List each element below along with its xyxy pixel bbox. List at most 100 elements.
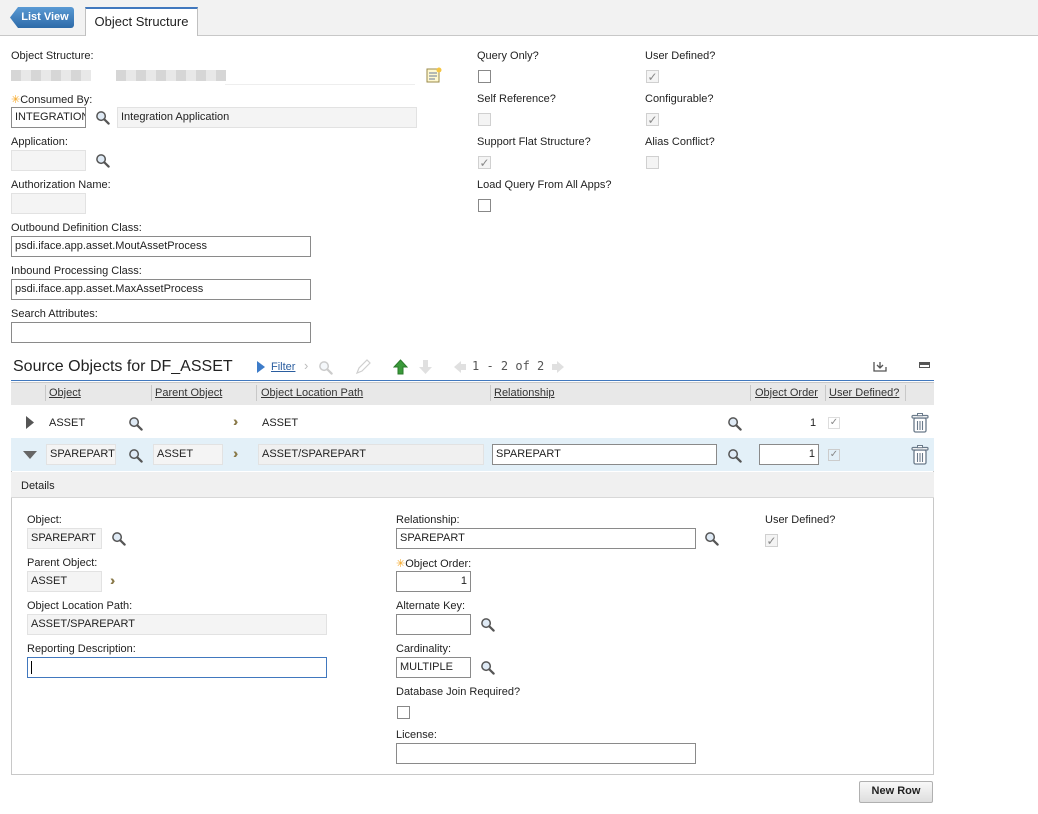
consumed-by-search-icon[interactable] [95,110,110,125]
row-object-search-icon[interactable] [128,448,143,463]
object-structure-label: Object Structure: [11,50,94,62]
row-object-input: SPAREPART [46,444,116,465]
application-input[interactable] [11,150,86,171]
row-location-path-input: ASSET/SPAREPART [258,444,484,465]
row-object: ASSET [49,417,86,429]
details-title: Details [21,480,55,492]
user-defined-label: User Defined? [645,50,716,62]
load-query-label: Load Query From All Apps? [477,179,612,191]
row-relationship-search-icon[interactable] [727,448,742,463]
tab-object-structure[interactable]: Object Structure [85,7,198,36]
table-search-icon [318,360,333,375]
detail-relationship-label: Relationship: [396,514,460,526]
consumed-by-description: Integration Application [117,107,417,128]
column-header-user-defined[interactable]: User Defined? [829,387,899,399]
detail-user-defined-checkbox: ✓ [765,534,778,548]
collapse-row-icon[interactable] [23,450,37,460]
application-search-icon[interactable] [95,153,110,168]
authorization-name-label: Authorization Name: [11,179,111,191]
column-separator [825,385,826,401]
move-up-icon[interactable] [393,359,408,375]
collapse-table-icon[interactable] [919,362,930,368]
load-query-checkbox[interactable] [478,199,491,212]
detail-parent-go-to-icon[interactable]: ›› [110,572,117,588]
row-object-search-icon[interactable] [128,416,143,431]
configurable-checkbox: ✓ [646,113,659,127]
expand-row-icon[interactable] [25,416,35,429]
outbound-class-label: Outbound Definition Class: [11,222,142,234]
required-icon: ✳ [11,94,21,106]
detail-relationship-search-icon[interactable] [704,531,719,546]
consumed-by-input[interactable]: INTEGRATION [11,107,86,128]
row-object-order-input[interactable]: 1 [759,444,819,465]
user-defined-checkbox: ✓ [646,70,659,84]
row-object-order: 1 [810,417,817,429]
detail-order-input[interactable]: 1 [396,571,471,592]
filter-link[interactable]: Filter [271,361,295,373]
detail-cardinality-search-icon[interactable] [480,660,495,675]
parent-object-go-to-icon[interactable]: ›› [233,413,240,429]
detail-object-label: Object: [27,514,62,526]
list-view-button[interactable]: List View [10,7,74,28]
detail-reporting-input[interactable] [27,657,327,678]
column-header-parent-object[interactable]: Parent Object [155,387,222,399]
new-row-button[interactable]: New Row [859,781,933,803]
detail-path-label: Object Location Path: [27,600,133,612]
detail-parent-label: Parent Object: [27,557,98,569]
detail-order-label: ✳Object Order: [396,558,472,570]
table-title-underline [11,380,934,381]
delete-row-icon[interactable] [911,413,929,433]
detail-relationship-input[interactable]: SPAREPART [396,528,696,549]
row-location-path: ASSET [262,417,299,429]
parent-object-go-to-icon[interactable]: ›› [233,445,240,461]
detail-cardinality-input[interactable]: MULTIPLE [396,657,471,678]
column-separator [256,385,257,401]
object-structure-value-redacted [11,70,91,81]
delete-row-icon[interactable] [911,445,929,465]
detail-alt-key-search-icon[interactable] [480,617,495,632]
required-icon: ✳ [396,558,406,570]
column-separator [905,385,906,401]
table-row [11,405,934,439]
column-header-location-path[interactable]: Object Location Path [261,387,363,399]
text-cursor [31,660,32,674]
row-relationship-search-icon[interactable] [727,416,742,431]
detail-license-input[interactable] [396,743,696,764]
detail-license-label: License: [396,729,437,741]
detail-object-search-icon[interactable] [111,531,126,546]
download-icon[interactable] [873,361,887,373]
query-only-checkbox[interactable] [478,70,491,83]
detail-db-join-label: Database Join Required? [396,686,521,698]
detail-cardinality-label: Cardinality: [396,643,452,655]
search-attributes-input[interactable] [11,322,311,343]
details-header [11,472,934,498]
self-reference-label: Self Reference? [477,93,556,105]
detail-path-input: ASSET/SPAREPART [27,614,327,635]
table-title: Source Objects for DF_ASSET [13,358,233,375]
row-user-defined-checkbox: ✓ [828,417,840,429]
column-header-object-order[interactable]: Object Order [755,387,818,399]
authorization-name-input [11,193,86,214]
object-structure-desc-redacted [116,70,226,81]
row-relationship-input[interactable]: SPAREPART [492,444,717,465]
previous-page-icon [454,361,466,373]
search-attributes-label: Search Attributes: [11,308,98,320]
move-down-icon [419,360,432,374]
application-label: Application: [11,136,68,148]
column-header-object[interactable]: Object [49,387,81,399]
long-description-icon[interactable] [425,66,443,84]
filter-icon[interactable] [256,361,266,373]
column-header-relationship[interactable]: Relationship [494,387,555,399]
detail-alt-key-input[interactable] [396,614,471,635]
self-reference-checkbox [478,113,491,126]
row-parent-input: ASSET [153,444,223,465]
outbound-class-input[interactable]: psdi.iface.app.asset.MoutAssetProcess [11,236,311,257]
support-flat-label: Support Flat Structure? [477,136,591,148]
pagination-text: 1 - 2 of 2 [472,359,545,373]
detail-db-join-checkbox[interactable] [397,706,410,719]
inbound-class-input[interactable]: psdi.iface.app.asset.MaxAssetProcess [11,279,311,300]
detail-alt-key-label: Alternate Key: [396,600,466,612]
alias-conflict-label: Alias Conflict? [645,136,715,148]
consumed-by-label: ✳Consumed By: [11,94,93,106]
edit-icon [355,359,371,375]
